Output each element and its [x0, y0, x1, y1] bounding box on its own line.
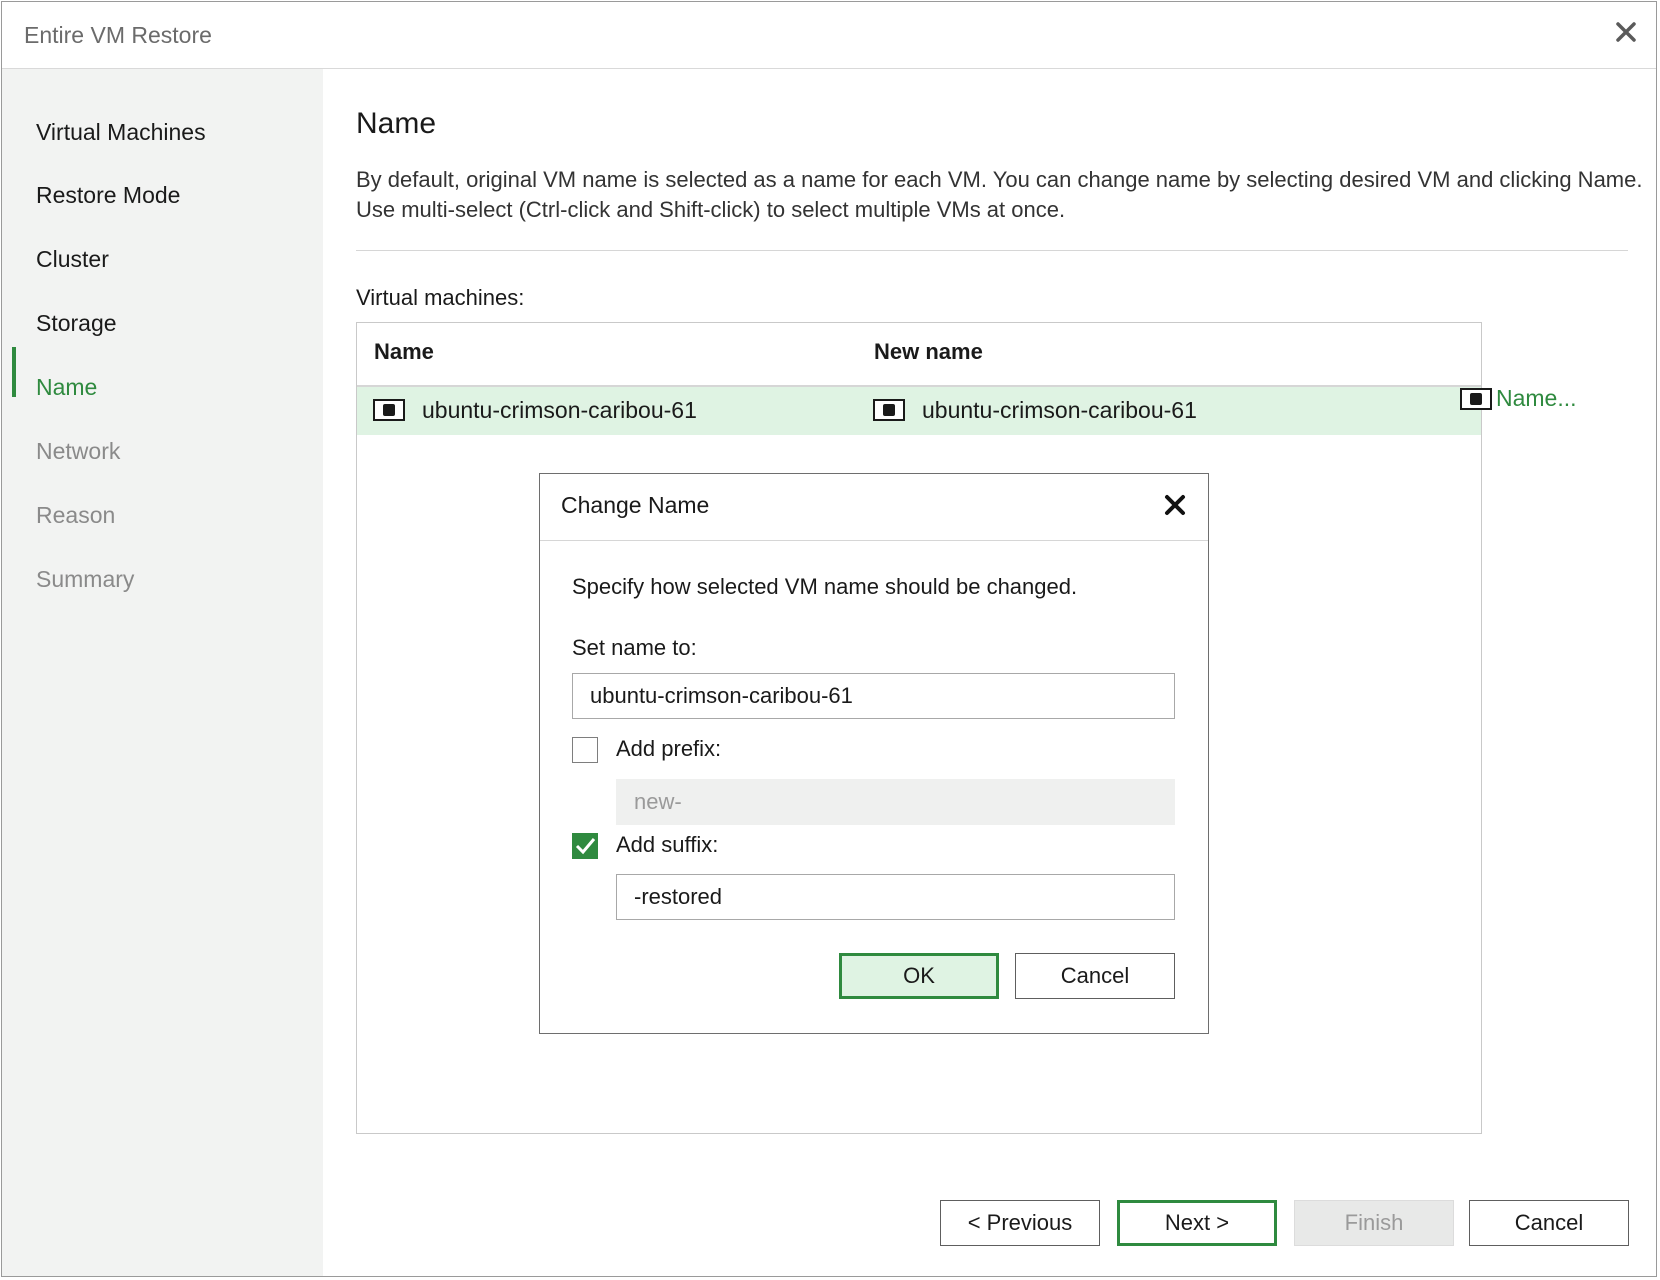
- step-storage[interactable]: Storage: [36, 310, 117, 337]
- title-bar: Entire VM Restore: [2, 2, 1656, 69]
- close-icon[interactable]: [1610, 16, 1642, 48]
- step-name[interactable]: Name: [36, 374, 97, 401]
- cancel-button[interactable]: Cancel: [1469, 1200, 1629, 1246]
- divider: [356, 250, 1628, 251]
- window-title: Entire VM Restore: [24, 22, 212, 48]
- table-row[interactable]: ubuntu-crimson-caribou-61 ubuntu-crimson…: [357, 387, 1481, 435]
- change-name-dialog: Change Name Specify how selected VM name…: [539, 473, 1209, 1034]
- dialog-title: Change Name: [561, 492, 710, 518]
- name-button[interactable]: Name...: [1496, 385, 1577, 412]
- finish-button: Finish: [1294, 1200, 1454, 1246]
- vm-new-name-cell: ubuntu-crimson-caribou-61: [922, 397, 1197, 423]
- step-reason: Reason: [36, 502, 116, 528]
- table-header: Name New name: [357, 323, 1481, 387]
- dialog-instruction: Specify how selected VM name should be c…: [572, 574, 1078, 599]
- dialog-header: Change Name: [540, 474, 1208, 541]
- close-icon[interactable]: [1162, 492, 1188, 518]
- prefix-input: [616, 779, 1175, 825]
- wizard-window: Entire VM Restore Virtual Machines Resto…: [1, 1, 1657, 1277]
- page-description: By default, original VM name is selected…: [356, 167, 1643, 222]
- vm-icon: [873, 399, 905, 421]
- add-prefix-checkbox[interactable]: [572, 737, 598, 763]
- step-network: Network: [36, 438, 121, 464]
- add-suffix-checkbox[interactable]: [572, 833, 598, 859]
- previous-button[interactable]: < Previous: [940, 1200, 1100, 1246]
- vm-name-cell: ubuntu-crimson-caribou-61: [422, 397, 697, 423]
- vm-icon: [373, 399, 405, 421]
- set-name-label: Set name to:: [572, 635, 697, 660]
- next-button[interactable]: Next >: [1117, 1200, 1277, 1246]
- vm-icon[interactable]: [1460, 388, 1492, 410]
- step-virtual-machines[interactable]: Virtual Machines: [36, 119, 206, 146]
- wizard-steps-sidebar: Virtual Machines Restore Mode Cluster St…: [2, 69, 323, 1276]
- column-header-new-name[interactable]: New name: [874, 339, 983, 365]
- check-icon: [575, 838, 596, 855]
- step-cluster[interactable]: Cluster: [36, 246, 109, 273]
- ok-button[interactable]: OK: [839, 953, 999, 999]
- step-summary: Summary: [36, 566, 135, 592]
- set-name-input[interactable]: [572, 673, 1175, 719]
- virtual-machines-label: Virtual machines:: [356, 285, 525, 310]
- dialog-cancel-button[interactable]: Cancel: [1015, 953, 1175, 999]
- active-step-indicator: [12, 347, 16, 397]
- step-restore-mode[interactable]: Restore Mode: [36, 182, 180, 209]
- add-suffix-label: Add suffix:: [616, 832, 719, 857]
- add-prefix-label: Add prefix:: [616, 736, 722, 761]
- page-title: Name: [356, 107, 437, 140]
- column-header-name[interactable]: Name: [374, 339, 434, 365]
- suffix-input[interactable]: [616, 874, 1175, 920]
